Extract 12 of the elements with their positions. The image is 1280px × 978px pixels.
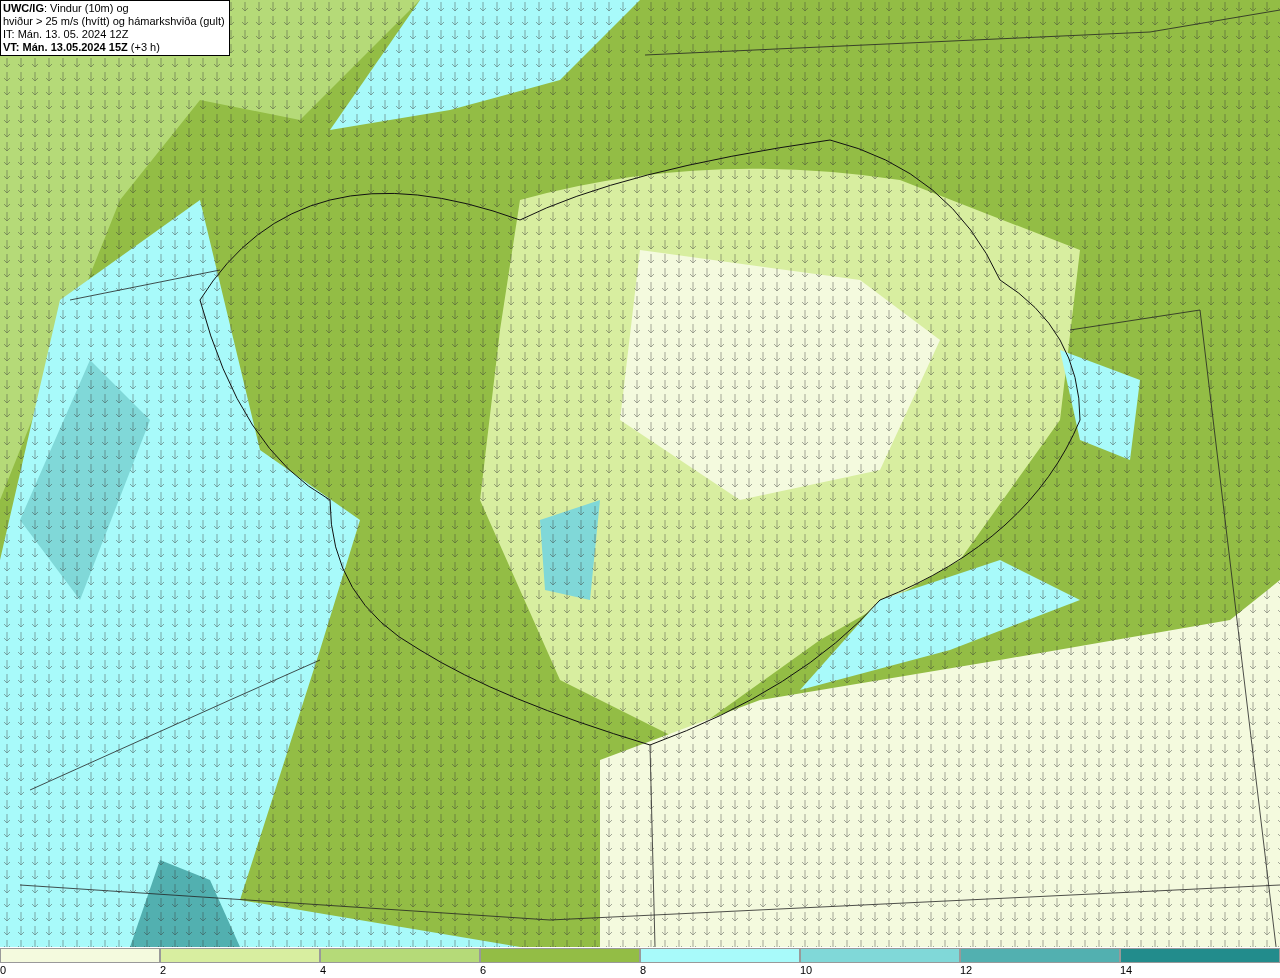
title-line: UWC/IG: Vindur (10m) og — [3, 2, 130, 15]
title-line: hviður > 25 m/s (hvítt) og hámarkshviða (gult) — [3, 15, 225, 28]
title-line: IT: Mán. 13. 05. 2024 12Z — [3, 28, 130, 41]
legend-label: 12 — [960, 963, 974, 977]
legend-label: 8 — [640, 963, 648, 977]
legend-label: 10 — [800, 963, 814, 977]
legend-label: 4 — [320, 963, 328, 977]
legend-label: 6 — [480, 963, 488, 977]
legend-label: 2 — [160, 963, 168, 977]
legend-label: 0 — [0, 963, 8, 977]
title-line: VT: Mán. 13.05.2024 15Z (+3 h) — [3, 41, 161, 54]
legend-label: 14 — [1120, 963, 1134, 977]
